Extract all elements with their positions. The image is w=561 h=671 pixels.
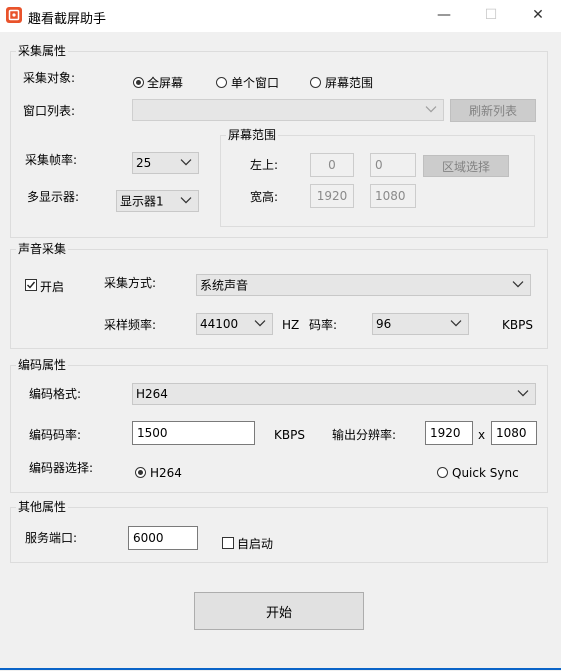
sample-rate-combo[interactable]: 44100 [196, 313, 273, 335]
region-size-label: 宽高: [250, 190, 279, 204]
resolution-width-input[interactable]: 1920 [425, 421, 473, 445]
chevron-down-icon [425, 106, 437, 113]
title-bar[interactable]: 趣看截屏助手 — ☐ ✕ [0, 0, 561, 32]
port-value: 6000 [133, 531, 164, 545]
region-height-value: 1080 [375, 189, 406, 203]
capture-target-label: 采集对象: [23, 71, 76, 85]
resolution-width-value: 1920 [430, 426, 461, 440]
autostart-label[interactable]: 自启动 [237, 537, 273, 551]
region-group [220, 135, 535, 227]
encode-bitrate-label: 编码码率: [29, 428, 82, 442]
refresh-list-button[interactable]: 刷新列表 [450, 99, 536, 122]
audio-bitrate-label: 码率: [309, 318, 338, 332]
encode-group-label: 编码属性 [16, 358, 69, 372]
maximize-button[interactable]: ☐ [468, 0, 514, 30]
region-topleft-label: 左上: [250, 158, 279, 172]
audio-enable-checkbox[interactable] [25, 279, 37, 291]
chevron-down-icon [180, 197, 192, 204]
target-fullscreen-label[interactable]: 全屏幕 [147, 76, 183, 90]
monitor-combo[interactable]: 显示器1 [116, 190, 199, 212]
audio-bitrate-unit: KBPS [502, 318, 533, 332]
chevron-down-icon [450, 320, 462, 327]
audio-method-label: 采集方式: [104, 276, 157, 290]
encode-format-value: H264 [136, 387, 168, 401]
region-x-input[interactable]: 0 [310, 153, 354, 177]
region-x-value: 0 [328, 158, 336, 172]
region-y-input[interactable]: 0 [370, 153, 416, 177]
sample-rate-unit: HZ [282, 318, 300, 332]
region-y-value: 0 [375, 158, 383, 172]
region-group-label: 屏幕范围 [226, 128, 279, 142]
encode-format-combo[interactable]: H264 [132, 383, 536, 405]
audio-method-combo[interactable]: 系统声音 [196, 274, 531, 296]
monitor-value: 显示器1 [120, 194, 164, 209]
region-width-input[interactable]: 1920 [310, 184, 354, 208]
chevron-down-icon [254, 320, 266, 327]
capture-group-label: 采集属性 [16, 44, 69, 58]
close-button[interactable]: ✕ [515, 0, 561, 30]
window-list-combo[interactable] [132, 99, 444, 121]
audio-bitrate-combo[interactable]: 96 [372, 313, 469, 335]
fps-combo[interactable]: 25 [132, 152, 199, 174]
encode-bitrate-input[interactable]: 1500 [132, 421, 255, 445]
port-input[interactable]: 6000 [128, 526, 198, 550]
chevron-down-icon [180, 159, 192, 166]
chevron-down-icon [512, 281, 524, 288]
resolution-separator: x [478, 428, 486, 442]
encoder-h264-label[interactable]: H264 [150, 466, 182, 480]
sample-rate-value: 44100 [200, 317, 239, 331]
resolution-height-value: 1080 [496, 426, 527, 440]
other-group-label: 其他属性 [16, 500, 69, 514]
minimize-button[interactable]: — [421, 0, 467, 30]
app-icon [6, 7, 22, 23]
encoder-quicksync-radio[interactable] [437, 467, 448, 478]
window-list-label: 窗口列表: [23, 104, 76, 118]
audio-group-label: 声音采集 [16, 242, 69, 256]
sample-rate-label: 采样频率: [104, 318, 157, 332]
region-width-value: 1920 [316, 189, 348, 203]
other-group [10, 507, 548, 563]
chevron-down-icon [517, 390, 529, 397]
target-region-label[interactable]: 屏幕范围 [325, 76, 373, 90]
resolution-label: 输出分辨率: [332, 428, 397, 442]
region-height-input[interactable]: 1080 [370, 184, 416, 208]
monitor-label: 多显示器: [27, 190, 80, 204]
check-icon [27, 281, 36, 289]
target-window-label[interactable]: 单个窗口 [231, 76, 279, 90]
encode-bitrate-unit: KBPS [274, 428, 305, 442]
audio-bitrate-value: 96 [376, 317, 392, 331]
fps-label: 采集帧率: [25, 153, 78, 167]
window-title: 趣看截屏助手 [28, 12, 107, 27]
audio-enable-label[interactable]: 开启 [40, 280, 64, 294]
target-window-radio[interactable] [216, 77, 227, 88]
encode-format-label: 编码格式: [29, 387, 82, 401]
encode-bitrate-value: 1500 [137, 426, 168, 440]
port-label: 服务端口: [25, 531, 78, 545]
fps-value: 25 [136, 156, 152, 170]
encoder-h264-radio[interactable] [135, 467, 146, 478]
target-region-radio[interactable] [310, 77, 321, 88]
target-fullscreen-radio[interactable] [133, 77, 144, 88]
encoder-label: 编码器选择: [29, 461, 94, 475]
audio-method-value: 系统声音 [200, 278, 249, 293]
region-select-button[interactable]: 区域选择 [423, 155, 509, 177]
encoder-quicksync-label[interactable]: Quick Sync [452, 466, 519, 480]
start-button[interactable]: 开始 [194, 592, 364, 630]
resolution-height-input[interactable]: 1080 [491, 421, 537, 445]
autostart-checkbox[interactable] [222, 537, 234, 549]
